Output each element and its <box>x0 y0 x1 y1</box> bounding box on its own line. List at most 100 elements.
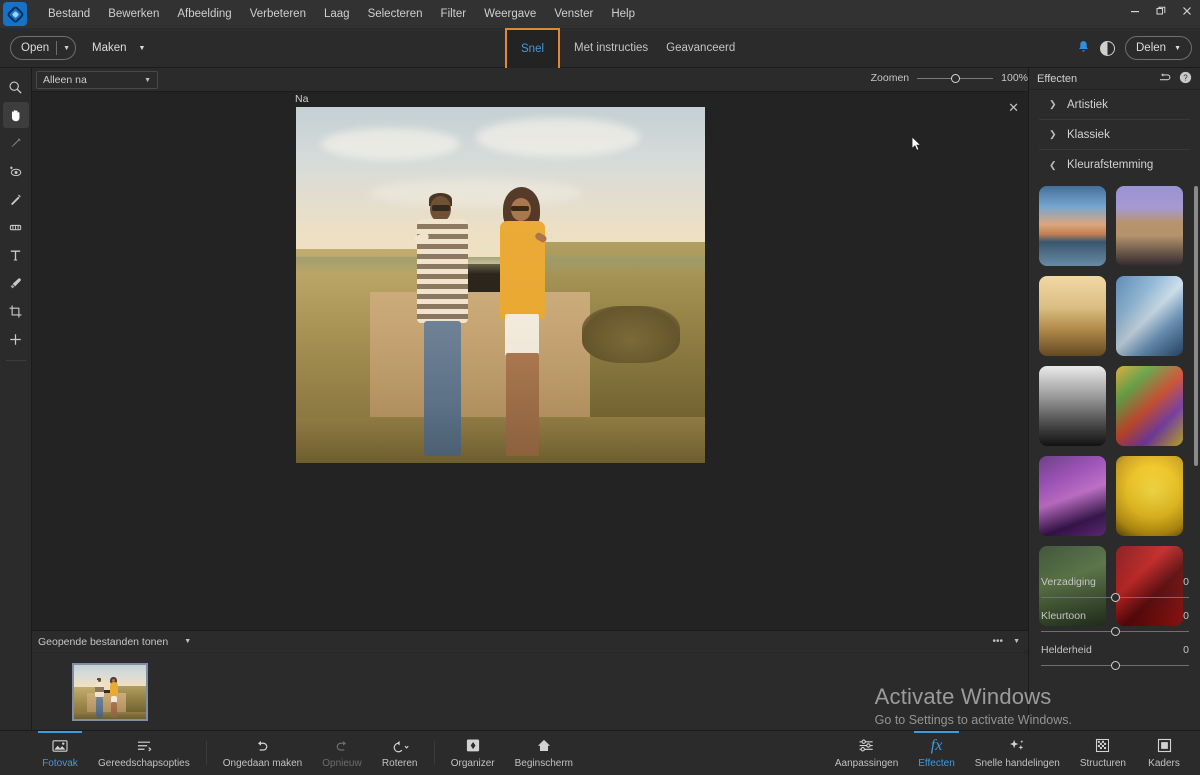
slider-helderheid-handle[interactable] <box>1110 661 1120 670</box>
textures-icon <box>1095 737 1110 754</box>
taskbar-item-gereedschapsopties[interactable]: Gereedschapsopties <box>88 731 200 775</box>
organizer-icon <box>465 737 481 754</box>
chevron-down-icon[interactable]: ▼ <box>1174 45 1181 52</box>
bell-icon[interactable] <box>1077 40 1090 57</box>
menu-item-help[interactable]: Help <box>602 4 644 24</box>
whiten-teeth-tool[interactable] <box>3 214 29 240</box>
taskbar-item-ongedaan-maken-label: Ongedaan maken <box>222 758 303 769</box>
photo-bin-filter-select[interactable]: Geopende bestanden tonen ▼ <box>38 636 191 648</box>
taskbar-item-roteren[interactable]: Roteren <box>372 731 428 775</box>
taskbar-item-aanpassingen-label: Aanpassingen <box>834 758 899 769</box>
slider-kleurtoon-track[interactable] <box>1041 627 1189 636</box>
menu-bar: Bestand Bewerken Afbeelding Verbeteren L… <box>39 0 644 28</box>
chevron-down-icon[interactable]: ▼ <box>184 638 191 645</box>
taskbar-item-opnieuw[interactable]: Opnieuw <box>312 731 371 775</box>
taskbar-item-organizer[interactable]: Organizer <box>441 731 505 775</box>
taskbar-item-snelle-handelingen[interactable]: Snelle handelingen <box>965 731 1070 775</box>
brush-tool[interactable] <box>3 270 29 296</box>
effect-golden-horse[interactable] <box>1039 276 1106 356</box>
minimize-icon[interactable] <box>1122 0 1148 22</box>
taskbar-item-fotovak[interactable]: Fotovak <box>32 731 88 775</box>
chevron-down-icon[interactable]: ▼ <box>139 45 146 52</box>
restore-icon[interactable] <box>1148 0 1174 22</box>
effects-panel-header: Effecten ? <box>1029 68 1200 90</box>
tab-geavanceerd[interactable]: Geavanceerd <box>662 42 739 54</box>
menu-item-afbeelding[interactable]: Afbeelding <box>168 4 240 24</box>
hand-tool[interactable] <box>2 102 29 128</box>
photo-bin-header-actions: ••• ▼ <box>993 636 1020 647</box>
slider-helderheid: Helderheid 0 <box>1041 644 1189 670</box>
toolbar-divider <box>5 360 26 361</box>
taskbar-item-organizer-label: Organizer <box>450 758 495 769</box>
chevron-right-icon: ❯ <box>1049 99 1057 109</box>
open-button[interactable]: Open ▼ <box>10 36 76 60</box>
slider-kleurtoon-value: 0 <box>1183 610 1189 622</box>
menu-item-bewerken[interactable]: Bewerken <box>99 4 168 24</box>
effect-purple-flowers[interactable] <box>1039 456 1106 536</box>
effect-desert-road[interactable] <box>1116 186 1183 266</box>
tab-geavanceerd-label: Geavanceerd <box>666 42 736 54</box>
effect-bw-cathedral[interactable] <box>1039 366 1106 446</box>
taskbar-item-ongedaan-maken[interactable]: Ongedaan maken <box>213 731 313 775</box>
reset-icon[interactable] <box>1158 72 1172 86</box>
taskbar-item-fotovak-label: Fotovak <box>42 758 78 769</box>
zoom-slider[interactable] <box>917 73 994 83</box>
effects-scrollbar[interactable] <box>1194 186 1198 466</box>
slider-verzadiging-handle[interactable] <box>1110 593 1120 602</box>
menu-item-weergave[interactable]: Weergave <box>475 4 545 24</box>
edited-image[interactable] <box>296 107 705 463</box>
contrast-toggle-icon[interactable] <box>1100 40 1115 56</box>
frames-icon <box>1157 737 1172 754</box>
view-mode-value: Alleen na <box>43 74 87 86</box>
taskbar-item-beginscherm[interactable]: Beginscherm <box>505 731 583 775</box>
divider <box>433 741 435 765</box>
slider-kleurtoon-handle[interactable] <box>1110 627 1120 636</box>
taskbar-item-structuren[interactable]: Structuren <box>1070 731 1136 775</box>
tab-met-instructies[interactable]: Met instructies <box>560 42 662 54</box>
zoom-tool[interactable] <box>3 74 29 100</box>
menu-item-verbeteren[interactable]: Verbeteren <box>241 4 315 24</box>
menu-item-venster[interactable]: Venster <box>545 4 602 24</box>
crop-tool[interactable] <box>3 298 29 324</box>
effect-blue-feathers[interactable] <box>1116 276 1183 356</box>
more-options-icon[interactable]: ••• <box>993 636 1004 647</box>
menu-item-laag[interactable]: Laag <box>315 4 359 24</box>
help-icon[interactable]: ? <box>1179 71 1192 87</box>
close-icon[interactable] <box>1174 0 1200 22</box>
svg-text:?: ? <box>1183 73 1188 82</box>
maken-button-label: Maken <box>92 42 127 54</box>
chevron-down-icon[interactable]: ▼ <box>1013 638 1020 645</box>
quick-selection-tool[interactable] <box>3 130 29 156</box>
slider-verzadiging-track[interactable] <box>1041 593 1189 602</box>
chevron-down-icon[interactable]: ▼ <box>144 77 151 84</box>
chevron-down-icon[interactable]: ▼ <box>57 45 70 52</box>
effects-section-artistiek[interactable]: ❯ Artistiek <box>1039 90 1190 120</box>
taskbar-item-aanpassingen[interactable]: Aanpassingen <box>825 731 908 775</box>
tab-snel[interactable]: Snel <box>505 28 561 68</box>
maken-button[interactable]: Maken ▼ <box>92 36 145 60</box>
taskbar-item-kaders[interactable]: Kaders <box>1136 731 1192 775</box>
effect-yellow-flower[interactable] <box>1116 456 1183 536</box>
menu-item-selecteren[interactable]: Selecteren <box>359 4 432 24</box>
text-tool[interactable] <box>3 242 29 268</box>
menu-item-bestand[interactable]: Bestand <box>39 4 99 24</box>
close-icon[interactable]: ✕ <box>1008 100 1019 116</box>
taskbar-item-effecten[interactable]: fx Effecten <box>908 731 965 775</box>
effects-section-kleurafstemming[interactable]: ❮ Kleurafstemming <box>1039 150 1190 180</box>
share-button[interactable]: Delen ▼ <box>1125 36 1192 60</box>
effect-colorful-abstract[interactable] <box>1116 366 1183 446</box>
view-mode-select[interactable]: Alleen na ▼ <box>36 71 158 89</box>
spot-healing-tool[interactable] <box>3 186 29 212</box>
effects-section-klassiek[interactable]: ❯ Klassiek <box>1039 120 1190 150</box>
menu-item-filter[interactable]: Filter <box>432 4 476 24</box>
move-tool[interactable] <box>3 326 29 352</box>
slider-verzadiging-label: Verzadiging <box>1041 576 1096 588</box>
taskbar-item-structuren-label: Structuren <box>1079 758 1126 769</box>
slider-helderheid-track[interactable] <box>1041 661 1189 670</box>
effect-sunset-lake[interactable] <box>1039 186 1106 266</box>
healing-brush-icon <box>8 192 23 207</box>
zoom-slider-handle[interactable] <box>951 73 961 83</box>
photo-bin-thumbnail[interactable] <box>72 663 148 721</box>
red-eye-tool[interactable] <box>3 158 29 184</box>
zoom-value: 100% <box>1001 72 1028 84</box>
